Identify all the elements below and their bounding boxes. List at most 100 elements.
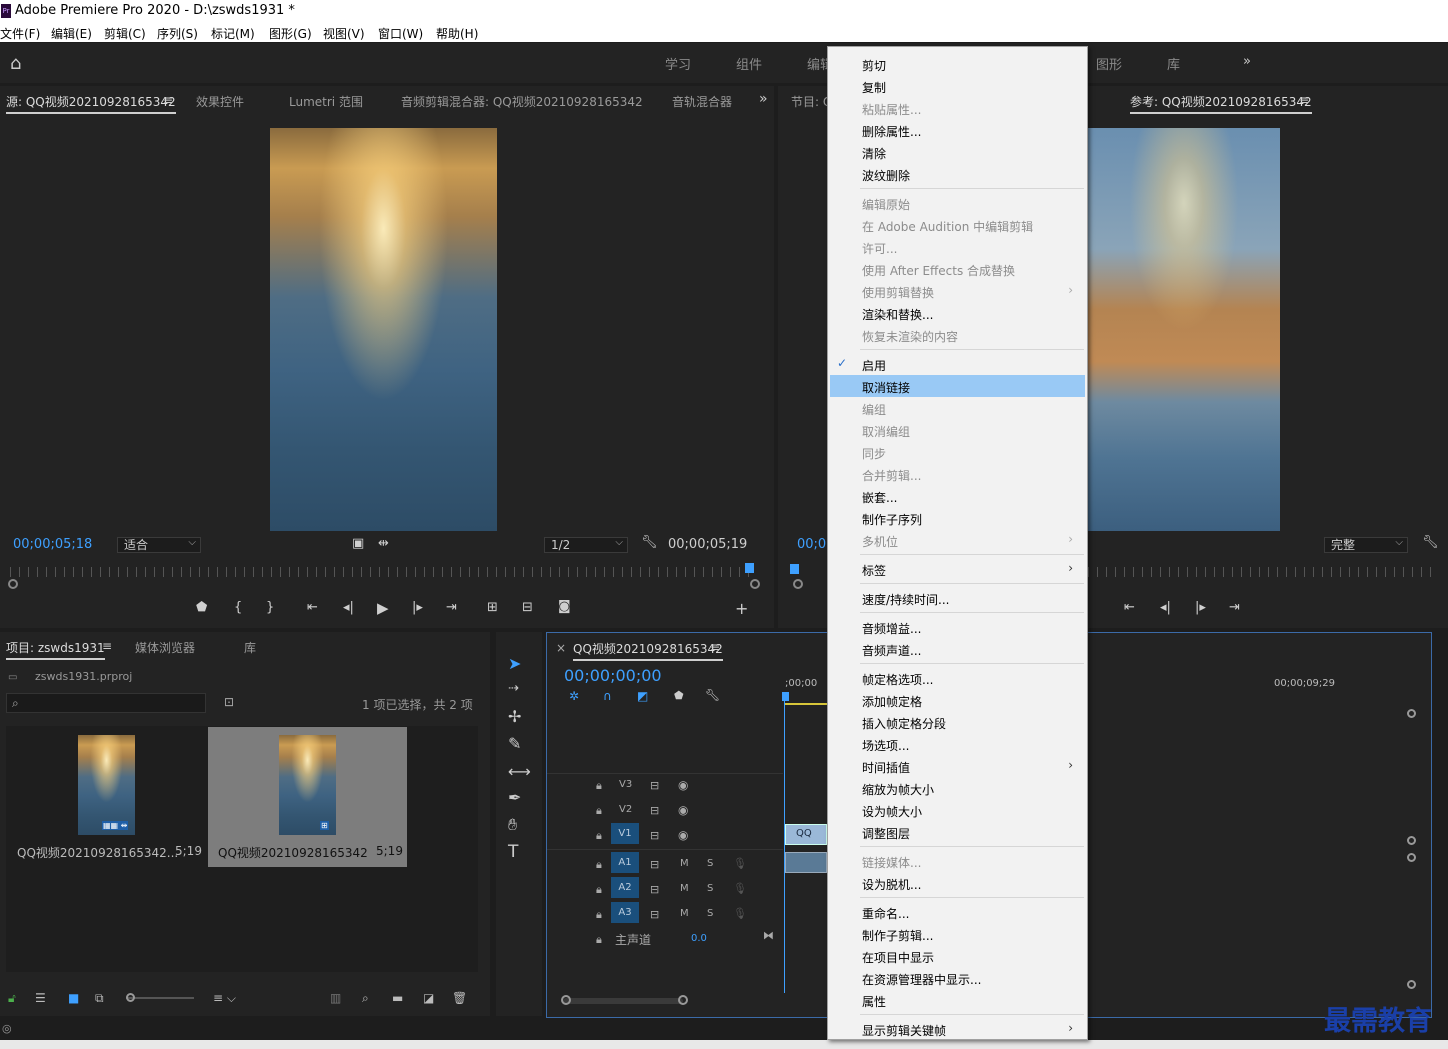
menu-item-8-2[interactable]: 在项目中显示 (830, 945, 1085, 967)
step-back-icon[interactable]: ◂| (343, 600, 354, 615)
menu-graphics[interactable]: 图形(G) (269, 25, 312, 42)
find-icon[interactable]: ⌕ (362, 991, 369, 1006)
source-resolution-dropdown[interactable]: 1/2 (544, 536, 628, 553)
a3-target[interactable]: A3 (611, 902, 639, 923)
icon-view-icon[interactable]: ■ (68, 991, 79, 1005)
project-search-input[interactable]: ⌕ (6, 693, 206, 713)
menu-item-1-5[interactable]: 渲染和替换... (830, 302, 1085, 324)
menu-item-6-2[interactable]: 插入帧定格分段 (830, 711, 1085, 733)
a1-mute[interactable]: M (680, 858, 689, 869)
track-select-tool-icon[interactable]: ⇢ (508, 681, 519, 696)
go-to-in-icon[interactable]: ⇤ (307, 600, 318, 615)
menu-item-0-3[interactable]: 删除属性... (830, 119, 1085, 141)
workspace-learn[interactable]: 学习 (665, 54, 691, 73)
program-zoom-handle[interactable] (793, 579, 803, 589)
home-icon[interactable]: ⌂ (10, 53, 21, 74)
v2-eye-icon[interactable]: ◉ (678, 803, 688, 817)
zoom-slider[interactable] (126, 993, 194, 1002)
menu-help[interactable]: 帮助(H) (436, 25, 478, 42)
v2-sync-icon[interactable]: ⊟ (650, 804, 659, 817)
play-icon[interactable]: ▶ (377, 599, 389, 617)
a1-solo[interactable]: S (707, 858, 713, 869)
a1-lock-icon[interactable]: 🔒︎ (596, 858, 602, 872)
audio-scroll-top-handle[interactable] (1407, 853, 1416, 862)
workspace-graphics[interactable]: 图形 (1096, 54, 1122, 73)
menu-clip[interactable]: 剪辑(C) (104, 25, 146, 42)
automate-icon[interactable]: ▥ (330, 991, 341, 1005)
program-wrench-icon[interactable]: 🔧︎ (1422, 535, 1439, 550)
menu-item-8-1[interactable]: 制作子剪辑... (830, 923, 1085, 945)
program-go-to-out-icon[interactable]: ⇥ (1229, 600, 1240, 615)
snap-magnet-icon[interactable]: ∩ (603, 689, 612, 703)
menu-window[interactable]: 窗口(W) (378, 25, 423, 42)
a2-mic-icon[interactable]: 🎙︎ (733, 882, 747, 895)
menu-item-8-4[interactable]: 属性 (830, 989, 1085, 1011)
add-marker-icon[interactable]: ⬟ (196, 600, 207, 615)
menu-marker[interactable]: 标记(M) (211, 25, 255, 42)
program-go-to-in-icon[interactable]: ⇤ (1124, 600, 1135, 615)
v3-sync-icon[interactable]: ⊟ (650, 779, 659, 792)
insert-icon[interactable]: ⊞ (487, 600, 498, 615)
hand-tool-icon[interactable]: ✋︎ (508, 815, 517, 835)
a1-clip[interactable] (785, 852, 827, 873)
menu-item-8-0[interactable]: 重命名... (830, 901, 1085, 923)
timeline-timecode[interactable]: 00;00;00;00 (564, 666, 662, 685)
menu-item-4-0[interactable]: 速度/持续时间... (830, 587, 1085, 609)
program-step-back-icon[interactable]: ◂| (1160, 600, 1171, 615)
menu-item-6-7[interactable]: 调整图层 (830, 821, 1085, 843)
timeline-panel-menu-icon[interactable]: ≡ (710, 640, 720, 654)
lock-icon[interactable]: 🔓︎ (8, 991, 16, 1006)
a2-sync-icon[interactable]: ⊟ (650, 883, 659, 896)
go-to-out-icon[interactable]: ⇥ (446, 600, 457, 615)
list-view-icon[interactable]: ☰ (35, 991, 46, 1005)
nest-toggle-icon[interactable]: ✲ (569, 689, 579, 703)
menu-item-6-0[interactable]: 帧定格选项... (830, 667, 1085, 689)
linked-selection-icon[interactable]: ◩ (637, 689, 648, 703)
timeline-horizontal-scrollbar[interactable] (563, 998, 683, 1004)
ripple-edit-tool-icon[interactable]: ✢ (508, 707, 521, 726)
menu-file[interactable]: 文件(F) (0, 25, 40, 42)
a3-sync-icon[interactable]: ⊟ (650, 908, 659, 921)
type-tool-icon[interactable]: T (508, 842, 518, 862)
menu-item-9-0[interactable]: 显示剪辑关键帧 › (830, 1018, 1085, 1040)
a2-lock-icon[interactable]: 🔒︎ (596, 883, 602, 897)
menu-item-5-1[interactable]: 音频声道... (830, 638, 1085, 660)
source-panel-menu-icon[interactable]: ≡ (163, 93, 173, 107)
a1-mic-icon[interactable]: 🎙︎ (733, 857, 747, 870)
project-item-2[interactable]: ⊞ QQ视频20210928165342 5;19 (208, 727, 407, 867)
menu-item-0-0[interactable]: 剪切 (830, 53, 1085, 75)
export-frame-camera-icon[interactable]: ◙ (558, 599, 571, 614)
wrench-icon[interactable]: 🔧︎ (641, 535, 658, 550)
menu-item-0-1[interactable]: 复制 (830, 75, 1085, 97)
workspace-assembly[interactable]: 组件 (736, 54, 762, 73)
step-forward-icon[interactable]: |▸ (412, 600, 423, 615)
tab-timeline-sequence[interactable]: QQ视频20210928165342 (573, 640, 723, 661)
new-bin-icon[interactable]: ▬ (392, 991, 403, 1005)
video-scroll-bottom-handle[interactable] (1407, 836, 1416, 845)
program-step-forward-icon[interactable]: |▸ (1195, 600, 1206, 615)
tab-lumetri-scopes[interactable]: Lumetri 范围 (289, 93, 363, 110)
v1-eye-icon[interactable]: ◉ (678, 828, 688, 842)
tab-audio-clip-mixer[interactable]: 音频剪辑混合器: QQ视频20210928165342 (401, 93, 643, 110)
menu-item-3-0[interactable]: 标签 › (830, 558, 1085, 580)
audio-scroll-bottom-handle[interactable] (1407, 980, 1416, 989)
a3-mute[interactable]: M (680, 908, 689, 919)
v3-lock-icon[interactable]: 🔒︎ (596, 779, 602, 793)
tab-source[interactable]: 源: QQ视频20210928165342 (6, 93, 176, 114)
source-playhead[interactable] (745, 563, 754, 573)
menu-item-0-5[interactable]: 波纹删除 (830, 163, 1085, 185)
add-button-icon[interactable]: + (735, 599, 748, 618)
menu-item-6-1[interactable]: 添加帧定格 (830, 689, 1085, 711)
reference-fit-dropdown[interactable]: 完整 (1324, 536, 1408, 553)
insert-arrows-icon[interactable]: ⇹ (378, 536, 389, 551)
trash-icon[interactable]: 🗑︎ (452, 991, 467, 1005)
source-timecode-in[interactable]: 00;00;05;18 (13, 537, 92, 552)
master-volume-value[interactable]: 0.0 (691, 933, 707, 944)
a1-sync-icon[interactable]: ⊟ (650, 858, 659, 871)
v1-lock-icon[interactable]: 🔒︎ (596, 829, 602, 843)
zoom-handle-right[interactable] (750, 579, 760, 589)
tab-effect-controls[interactable]: 效果控件 (196, 93, 244, 110)
menu-item-0-4[interactable]: 清除 (830, 141, 1085, 163)
menu-item-7-1[interactable]: 设为脱机... (830, 872, 1085, 894)
work-area-bar[interactable] (784, 703, 829, 705)
